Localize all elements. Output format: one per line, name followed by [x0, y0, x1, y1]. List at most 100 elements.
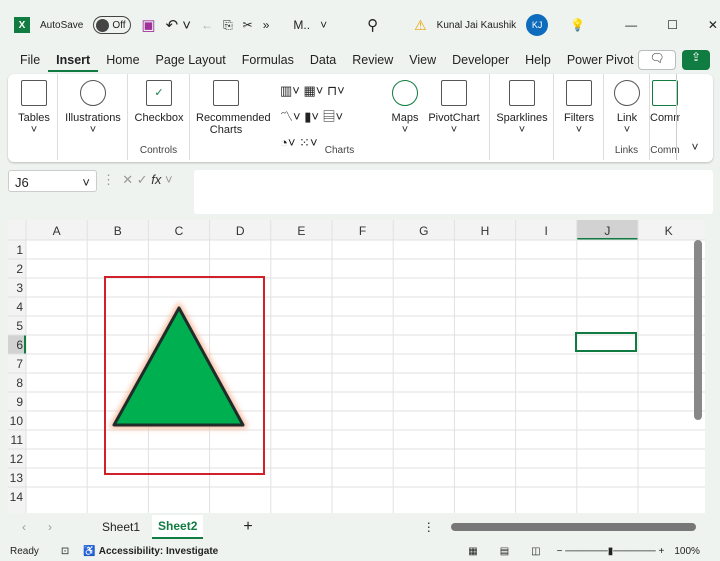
page-layout-view-icon[interactable]: ▤: [500, 546, 509, 557]
normal-view-icon[interactable]: ▦: [468, 546, 477, 557]
prev-sheet-icon[interactable]: ‹: [22, 520, 26, 534]
column-header-K[interactable]: K: [665, 224, 673, 238]
row-header-8[interactable]: 8: [16, 376, 23, 390]
formula-bar: J6 ˅ ⋮ ✕ ✓ fx ˅: [8, 168, 713, 216]
row-header-6[interactable]: 6: [16, 338, 23, 352]
row-header-12[interactable]: 12: [10, 452, 24, 466]
zoom-level[interactable]: 100%: [674, 546, 700, 557]
cut-icon[interactable]: ✂: [243, 18, 253, 32]
column-header-I[interactable]: I: [545, 224, 548, 238]
macro-record-icon[interactable]: ⊡: [61, 546, 69, 557]
column-header-B[interactable]: B: [114, 224, 122, 238]
sheet-tab-sheet1[interactable]: Sheet1: [102, 520, 140, 534]
ribbon-collapse-button[interactable]: ˅: [676, 74, 713, 160]
save-icon[interactable]: ▣: [141, 16, 155, 34]
pivotchart-button[interactable]: PivotChart ˅: [426, 80, 482, 136]
recommended-charts-button[interactable]: Recommended Charts: [196, 80, 271, 136]
worksheet-grid[interactable]: A B C D E F G H I J K 1 2 3 4 5 6 7 8 9 10 11 12 13 14: [8, 220, 705, 513]
tab-insert[interactable]: Insert: [48, 50, 99, 72]
group-label-charts: Charts: [324, 145, 355, 156]
tab-view[interactable]: View: [401, 50, 444, 72]
checkbox-button[interactable]: ✓ Checkbox: [132, 80, 186, 124]
selected-cell-j6[interactable]: [575, 332, 637, 352]
pivotchart-icon: [441, 80, 467, 106]
warning-icon: ⚠: [414, 16, 427, 33]
column-header-J[interactable]: J: [604, 224, 610, 238]
row-header-7[interactable]: 7: [16, 357, 23, 371]
name-box[interactable]: J6 ˅: [8, 170, 97, 192]
tab-formulas[interactable]: Formulas: [234, 50, 302, 72]
row-header-13[interactable]: 13: [10, 471, 24, 485]
illustrations-button[interactable]: Illustrations ˅: [62, 80, 124, 136]
tab-page-layout[interactable]: Page Layout: [148, 50, 234, 72]
maximize-button[interactable]: ☐: [667, 18, 678, 32]
column-header-D[interactable]: D: [236, 224, 245, 238]
minimize-button[interactable]: —: [625, 18, 637, 32]
row-header-2[interactable]: 2: [16, 262, 23, 276]
sparkline-icon: [509, 80, 535, 106]
column-header-C[interactable]: C: [175, 224, 184, 238]
sparklines-button[interactable]: Sparklines ˅: [494, 80, 550, 136]
ribbon: Tables ˅ Illustrations ˅ ✓ Checkbox Controls…: [8, 74, 713, 162]
formula-input[interactable]: [194, 170, 713, 214]
status-bar: Ready ⊡ ♿ Accessibility: Investigate ▦ ▤…: [0, 541, 720, 561]
row-header-5[interactable]: 5: [16, 319, 23, 333]
more-commands[interactable]: »: [263, 18, 270, 32]
row-header-14[interactable]: 14: [10, 490, 24, 504]
avatar[interactable]: KJ: [526, 14, 549, 36]
sheet-tab-bar: ‹ › Sheet1 Sheet2 + ⋮: [0, 514, 720, 540]
column-header-H[interactable]: H: [481, 224, 490, 238]
group-label-links: Links: [614, 145, 639, 156]
row-header-1[interactable]: 1: [16, 243, 23, 257]
group-label-controls: Controls: [139, 145, 178, 156]
link-button[interactable]: Link ˅: [608, 80, 646, 136]
close-button[interactable]: ✕: [708, 18, 718, 32]
column-header-E[interactable]: E: [297, 224, 305, 238]
tab-home[interactable]: Home: [98, 50, 147, 72]
autosave-toggle[interactable]: Off: [93, 16, 132, 34]
row-header-3[interactable]: 3: [16, 281, 23, 295]
filters-button[interactable]: Filters ˅: [558, 80, 600, 136]
tab-data[interactable]: Data: [302, 50, 344, 72]
chevron-down-icon[interactable]: ˅: [320, 18, 327, 32]
row-header-11[interactable]: 11: [11, 433, 24, 447]
tab-help[interactable]: Help: [517, 50, 559, 72]
tables-button[interactable]: Tables ˅: [14, 80, 54, 136]
row-header-4[interactable]: 4: [16, 300, 23, 314]
search-icon[interactable]: ⚲: [367, 16, 378, 34]
tab-developer[interactable]: Developer: [444, 50, 517, 72]
next-sheet-icon[interactable]: ›: [48, 520, 52, 534]
add-sheet-button[interactable]: +: [243, 518, 252, 536]
formula-tools[interactable]: ⋮ ✕ ✓ fx ˅: [102, 172, 173, 188]
lightbulb-icon[interactable]: 💡: [570, 18, 585, 32]
horizontal-scrollbar[interactable]: [450, 523, 696, 531]
sheet-tab-sheet2[interactable]: Sheet2: [152, 515, 204, 539]
tab-file[interactable]: File: [12, 50, 48, 72]
ribbon-tabs: File Insert Home Page Layout Formulas Da…: [12, 50, 642, 72]
tab-review[interactable]: Review: [344, 50, 401, 72]
copy-icon[interactable]: ⎘: [223, 18, 233, 33]
filename[interactable]: M..: [293, 18, 310, 32]
green-triangle-shape[interactable]: [104, 300, 254, 435]
row-header-9[interactable]: 9: [16, 395, 23, 409]
page-break-view-icon[interactable]: ◫: [531, 546, 540, 557]
user-name[interactable]: Kunal Jai Kaushik: [437, 20, 517, 31]
table-icon: [21, 80, 47, 106]
comment-icon: [652, 80, 678, 106]
maps-button[interactable]: Maps ˅: [390, 80, 420, 136]
zoom-slider[interactable]: − ──────▮────── +: [557, 546, 665, 557]
redo-icon: ←: [201, 18, 214, 32]
column-header-G[interactable]: G: [419, 224, 428, 238]
column-header-A[interactable]: A: [53, 224, 61, 238]
undo-icon[interactable]: ↶ ˅: [166, 16, 192, 34]
checkbox-icon: ✓: [146, 80, 172, 106]
column-header-F[interactable]: F: [359, 224, 366, 238]
tab-power-pivot[interactable]: Power Pivot: [559, 50, 642, 72]
vertical-scrollbar[interactable]: [694, 234, 702, 504]
tab-options-icon[interactable]: ⋮: [423, 520, 435, 534]
accessibility-status[interactable]: Accessibility: Investigate: [99, 546, 219, 557]
comments-button[interactable]: 🗨: [638, 50, 676, 70]
autosave-label: AutoSave: [40, 19, 84, 31]
share-button[interactable]: ⇪: [682, 50, 710, 70]
row-header-10[interactable]: 10: [10, 414, 24, 428]
